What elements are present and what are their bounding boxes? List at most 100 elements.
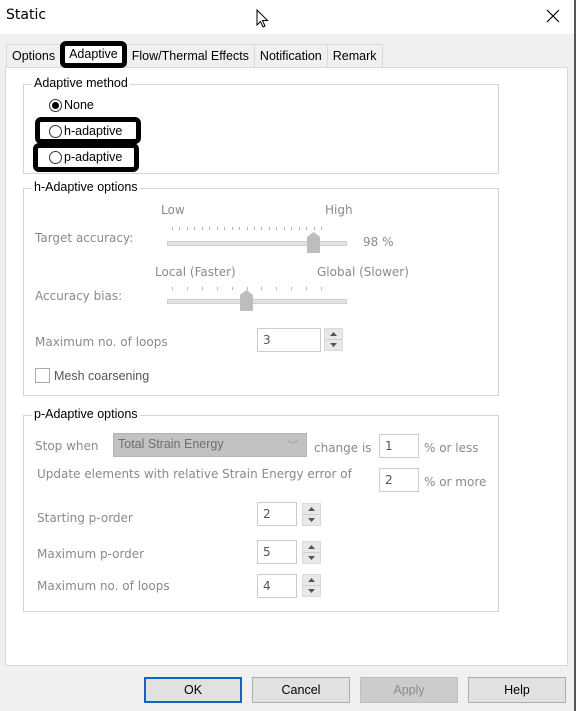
apply-button[interactable]: Apply: [360, 677, 458, 703]
stop-when-label: Stop when: [35, 439, 99, 453]
spin-up-button[interactable]: [303, 575, 320, 586]
update-elements-label: Update elements with relative Strain Ene…: [37, 467, 352, 481]
change-is-label: change is: [314, 441, 372, 455]
close-button[interactable]: [530, 0, 576, 32]
slider-tick: [306, 227, 307, 230]
radio-button[interactable]: [49, 98, 62, 112]
tab-notification[interactable]: Notification: [253, 44, 328, 67]
slider-tick: [202, 287, 203, 290]
target-accuracy-ticks: [172, 227, 322, 231]
spin-down-button[interactable]: [303, 515, 320, 525]
help-button[interactable]: Help: [468, 677, 566, 703]
radio-none[interactable]: None: [49, 98, 94, 112]
close-icon: [546, 9, 560, 23]
target-accuracy-thumb[interactable]: [307, 232, 321, 253]
p-max-loops-spinner[interactable]: [302, 574, 321, 597]
slider-low-label: Low: [161, 203, 185, 217]
p-max-loops-label: Maximum no. of loops: [37, 579, 170, 593]
tab-flow-thermal-effects[interactable]: Flow/Thermal Effects: [125, 44, 255, 67]
slider-tick: [187, 227, 188, 230]
max-p-order-spinner[interactable]: [302, 541, 321, 564]
mouse-cursor-icon: [256, 8, 270, 32]
mesh-coarsening-label: Mesh coarsening: [54, 369, 150, 383]
radio-label: p-adaptive: [64, 150, 123, 164]
ok-button[interactable]: OK: [144, 677, 242, 703]
h-max-loops-label: Maximum no. of loops: [35, 335, 168, 349]
tab-adaptive[interactable]: Adaptive: [60, 41, 127, 68]
slider-tick: [172, 287, 173, 290]
h-max-loops-input[interactable]: 3: [257, 328, 321, 352]
slider-tick: [224, 227, 225, 230]
target-accuracy-label: Target accuracy:: [35, 231, 134, 245]
slider-tick: [261, 227, 262, 230]
slider-tick: [209, 227, 210, 230]
spin-up-button[interactable]: [325, 329, 342, 340]
cancel-button[interactable]: Cancel: [252, 677, 350, 703]
max-p-order-label: Maximum p-order: [37, 547, 145, 561]
p-max-loops-input[interactable]: 4: [257, 574, 297, 598]
arrow-up-icon: [308, 545, 315, 549]
or-less-label: % or less: [424, 441, 479, 455]
radio-label: h-adaptive: [64, 124, 123, 138]
accuracy-bias-right-label: Global (Slower): [317, 265, 409, 279]
slider-tick: [284, 227, 285, 230]
spin-down-button[interactable]: [303, 586, 320, 596]
spin-up-button[interactable]: [303, 504, 320, 515]
slider-tick: [217, 227, 218, 230]
arrow-up-icon: [308, 507, 315, 511]
radio-button[interactable]: [49, 124, 62, 138]
spin-up-button[interactable]: [303, 542, 320, 553]
target-accuracy-value: 98 %: [363, 235, 394, 249]
slider-tick: [261, 287, 262, 290]
h-adaptive-legend: h-Adaptive options: [32, 180, 140, 194]
p-adaptive-legend: p-Adaptive options: [32, 407, 140, 421]
slider-tick: [179, 227, 180, 230]
window-title: Static: [6, 7, 47, 23]
chevron-down-icon: ﹀: [287, 440, 298, 452]
slider-tick: [291, 287, 292, 290]
slider-tick: [269, 227, 270, 230]
stop-when-value: Total Strain Energy: [118, 437, 224, 451]
starting-p-order-input[interactable]: 2: [257, 502, 297, 526]
change-value-input[interactable]: 1: [379, 434, 419, 458]
slider-tick: [306, 287, 307, 290]
radio-button[interactable]: [49, 150, 62, 164]
mesh-coarsening-checkbox[interactable]: [35, 368, 50, 383]
tab-strip: Options Adaptive Flow/Thermal Effects No…: [6, 41, 383, 68]
slider-tick: [187, 287, 188, 290]
accuracy-bias-label: Accuracy bias:: [35, 289, 123, 303]
arrow-up-icon: [308, 578, 315, 582]
slider-tick: [172, 227, 173, 230]
starting-p-order-label: Starting p-order: [37, 511, 133, 525]
tab-options[interactable]: Options: [6, 44, 62, 67]
radio-p-adaptive[interactable]: p-adaptive: [49, 150, 122, 164]
starting-p-order-spinner[interactable]: [302, 503, 321, 526]
accuracy-bias-slider[interactable]: [167, 299, 347, 304]
slider-tick: [299, 227, 300, 230]
h-max-loops-spinner[interactable]: [324, 328, 343, 351]
slider-tick: [276, 287, 277, 290]
stop-when-dropdown[interactable]: Total Strain Energy ﹀: [113, 433, 307, 457]
spin-down-button[interactable]: [303, 553, 320, 563]
max-p-order-input[interactable]: 5: [257, 540, 297, 564]
slider-tick: [232, 227, 233, 230]
update-value-input[interactable]: 2: [379, 468, 419, 492]
arrow-down-icon: [308, 518, 315, 522]
slider-tick: [254, 227, 255, 230]
title-bar: Static: [0, 0, 576, 34]
slider-tick: [321, 227, 322, 230]
slider-tick: [276, 227, 277, 230]
slider-tick: [247, 227, 248, 230]
accuracy-bias-thumb[interactable]: [240, 290, 253, 311]
slider-high-label: High: [325, 203, 353, 217]
arrow-down-icon: [308, 556, 315, 560]
radio-label: None: [64, 98, 94, 112]
slider-tick: [232, 287, 233, 290]
tab-remark[interactable]: Remark: [326, 44, 383, 67]
or-more-label: % or more: [424, 475, 487, 489]
radio-h-adaptive[interactable]: h-adaptive: [49, 124, 122, 138]
spin-down-button[interactable]: [325, 340, 342, 350]
slider-tick: [202, 227, 203, 230]
arrow-up-icon: [330, 332, 337, 336]
slider-tick: [321, 287, 322, 290]
